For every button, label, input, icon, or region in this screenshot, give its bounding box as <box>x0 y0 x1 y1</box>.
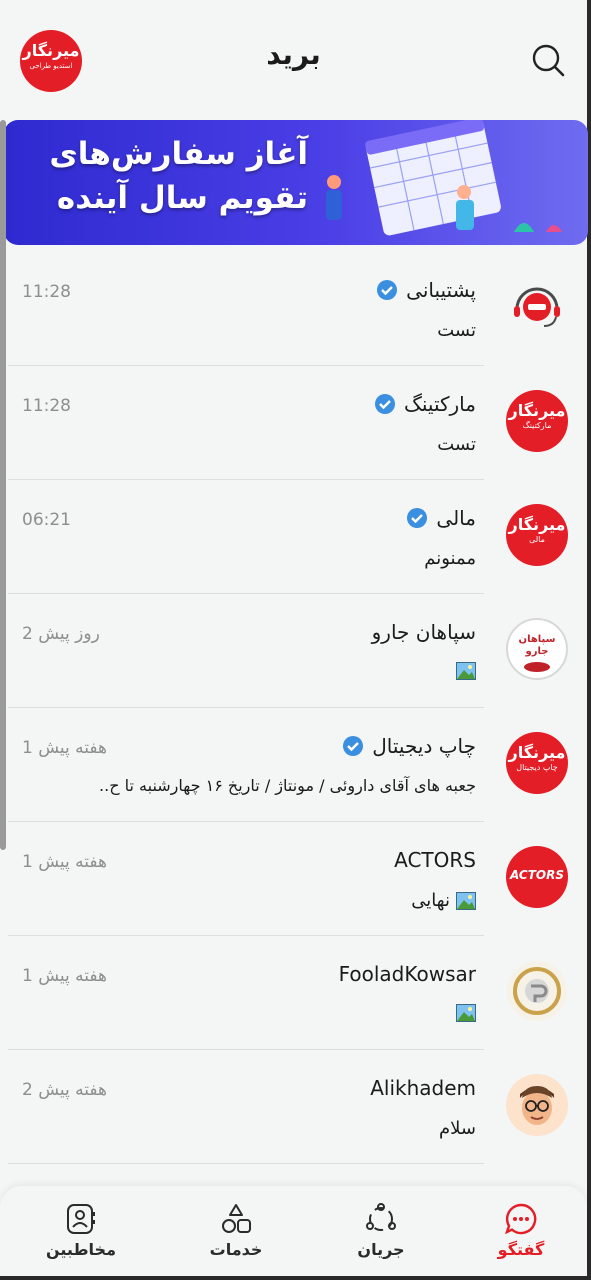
contact-name: پشتیبانی <box>406 278 476 302</box>
message-time: 2 هفته پیش <box>22 1080 107 1100</box>
avatar-line2: مارکتینگ <box>522 421 552 430</box>
nav-label: مخاطبین <box>46 1240 116 1259</box>
services-shapes-icon <box>222 1204 251 1233</box>
message-time: 06:21 <box>22 510 71 530</box>
nav-label: گفتگو <box>497 1240 545 1259</box>
nav-flow[interactable]: جریان <box>326 1202 436 1259</box>
avatar-line1: میرنگار <box>508 401 566 420</box>
avatar[interactable]: ACTORS <box>506 846 568 908</box>
calendar-illustration <box>326 120 562 236</box>
verified-badge-icon <box>375 394 395 414</box>
conversation-row[interactable]: ACTORS 1 هفته پیش نهایی <box>4 822 484 936</box>
nav-contacts[interactable]: مخاطبین <box>26 1202 136 1259</box>
contacts-icon <box>67 1204 95 1234</box>
message-time: 1 هفته پیش <box>22 966 107 986</box>
chat-icon <box>504 1203 537 1235</box>
bottom-navigation: گفتگو جریان خدمات مخاطبین <box>0 1186 587 1276</box>
message-preview-text: جعبه های آقای داروئی / مونتاژ / تاریخ ۱۶… <box>99 776 476 795</box>
avatar[interactable]: میرنگار مالی <box>506 504 568 566</box>
contact-name: FooladKowsar <box>338 962 476 986</box>
nav-label: خدمات <box>209 1240 263 1259</box>
conversation-row[interactable]: سپاهان جارو 2 روز پیش <box>4 594 484 708</box>
flow-icon <box>366 1203 396 1231</box>
avatar[interactable]: سپاهان جارو <box>506 618 568 680</box>
row-divider <box>8 1163 484 1164</box>
page-title: برید <box>266 38 321 71</box>
gold-circle-logo-icon <box>507 961 567 1021</box>
conversation-row[interactable]: FooladKowsar 1 هفته پیش <box>4 936 484 1050</box>
banner-line1: آغاز سفارش‌های <box>49 136 308 172</box>
image-attachment-icon <box>456 891 476 910</box>
avatar[interactable] <box>506 960 568 1022</box>
avatar-line2: مالی <box>529 535 545 544</box>
avatar-label: ACTORS <box>510 868 564 882</box>
message-time: 11:28 <box>22 282 71 302</box>
promo-banner[interactable]: آغاز سفارش‌های تقویم سال آینده <box>4 120 588 245</box>
memoji-avatar-icon <box>520 1086 554 1125</box>
conversation-row[interactable]: پشتیبانی 11:28 تست <box>4 252 484 366</box>
message-preview <box>450 1004 476 1022</box>
avatar-mark <box>524 662 550 672</box>
verified-badge-icon <box>343 736 364 756</box>
avatar[interactable]: میرنگار چاپ دیجیتال <box>506 732 568 794</box>
message-preview: تست <box>437 434 476 455</box>
verified-badge-icon <box>407 508 428 528</box>
avatar[interactable] <box>506 276 568 338</box>
search-icon[interactable] <box>530 42 566 78</box>
contact-name: سپاهان جارو <box>371 620 476 644</box>
contact-name: ACTORS <box>394 848 476 872</box>
conversation-row[interactable]: مالی 06:21 ممنونم <box>4 480 484 594</box>
nav-services[interactable]: خدمات <box>181 1202 291 1259</box>
message-time: 2 روز پیش <box>22 624 100 644</box>
message-time: 1 هفته پیش <box>22 852 107 872</box>
nav-chat[interactable]: گفتگو <box>466 1202 576 1259</box>
banner-line2: تقویم سال آینده <box>56 180 308 216</box>
contact-name: Alikhadem <box>370 1076 476 1100</box>
verified-badge-icon <box>377 280 398 300</box>
avatar-line1: میرنگار <box>508 515 566 534</box>
avatar-line2: چاپ دیجیتال <box>516 763 558 772</box>
support-headset-icon <box>514 287 560 327</box>
message-time: 11:28 <box>22 396 71 416</box>
message-preview-text: نهایی <box>411 890 450 911</box>
image-attachment-icon <box>456 1004 476 1022</box>
conversation-row[interactable]: چاپ دیجیتال 1 هفته پیش جعبه های آقای دار… <box>4 708 484 822</box>
window-edge <box>0 1276 591 1280</box>
message-preview: جعبه های آقای داروئی / مونتاژ / تاریخ ۱۶… <box>99 776 476 795</box>
conversation-row[interactable]: Alikhadem 2 هفته پیش سلام <box>4 1050 484 1164</box>
message-preview: تست <box>437 320 476 341</box>
message-preview: نهایی <box>411 890 476 911</box>
message-preview: ممنونم <box>424 548 476 569</box>
image-attachment-icon <box>456 662 476 680</box>
message-preview: سلام <box>439 1118 476 1139</box>
avatar[interactable] <box>506 1074 568 1136</box>
message-preview <box>450 662 476 680</box>
contact-name: چاپ دیجیتال <box>372 734 476 758</box>
contact-name: مارکتینگ <box>404 392 476 416</box>
nav-label: جریان <box>357 1240 405 1259</box>
conversation-row[interactable]: مارکتینگ 11:28 تست <box>4 366 484 480</box>
avatar-label: سپاهان جارو <box>518 634 556 657</box>
app-header: میرنگار استدیو طراحی برید <box>0 0 587 118</box>
contact-name: مالی <box>436 506 476 530</box>
message-time: 1 هفته پیش <box>22 738 107 758</box>
avatar-line1: میرنگار <box>508 743 566 762</box>
avatar[interactable]: میرنگار مارکتینگ <box>506 390 568 452</box>
